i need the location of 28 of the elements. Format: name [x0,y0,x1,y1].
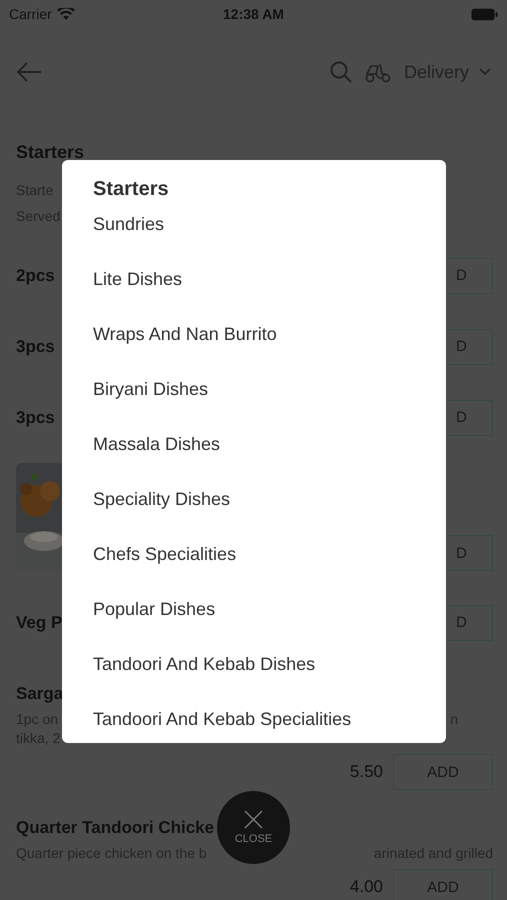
category-item[interactable]: Speciality Dishes [93,472,415,527]
wifi-icon [56,8,75,20]
carrier-name: Carrier [9,6,52,22]
category-item[interactable]: Lite Dishes [93,252,415,307]
scooter-icon [364,61,392,83]
back-arrow-icon[interactable] [16,61,42,83]
close-button[interactable]: CLOSE [217,791,290,864]
item-name: 2pcs [16,266,55,286]
close-icon [244,810,263,829]
battery-icon [471,8,498,20]
category-item[interactable]: Massala Dishes [93,417,415,472]
status-time: 12:38 AM [223,6,284,22]
category-item[interactable]: Tandoori And Kebab Specialities [93,692,415,743]
item-name: Veg P [16,612,62,632]
section-title: Starters [16,142,86,163]
category-item[interactable]: Biryani Dishes [93,362,415,417]
chevron-down-icon [479,68,491,76]
category-item[interactable]: Popular Dishes [93,582,415,637]
item-name: 3pcs [16,408,55,428]
category-item[interactable]: Wraps And Nan Burrito [93,307,415,362]
item-name: Quarter Tandoori Chicke [16,818,214,838]
item-name: 3pcs [16,336,55,356]
item-price: 4.00 [350,877,383,897]
category-item[interactable]: Tandoori And Kebab Dishes [93,637,415,692]
category-item[interactable]: Chefs Specialities [93,527,415,582]
item-name: Sarga [16,684,64,704]
item-price: 5.50 [350,762,383,782]
search-icon[interactable] [330,61,352,83]
